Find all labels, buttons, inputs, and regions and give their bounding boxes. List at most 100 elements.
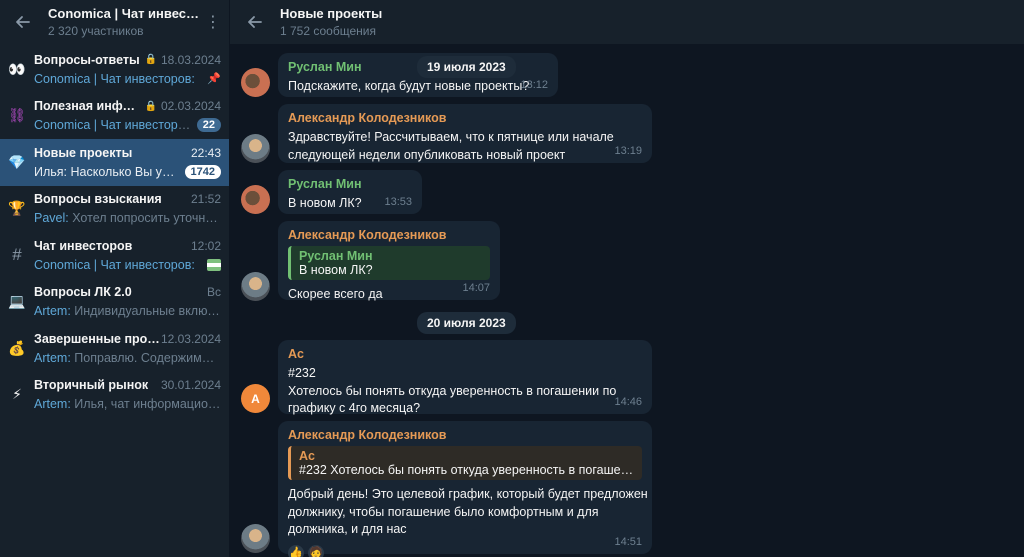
topic-date: 18.03.2024 <box>160 52 221 67</box>
reply-quote[interactable]: Ac #232 Хотелось бы понять откуда уверен… <box>288 446 642 480</box>
money-bag-icon: 💰 <box>8 339 26 356</box>
message-time: 14:51 <box>614 536 642 548</box>
topic-last-message: Artem: Индивидуальные включе... <box>34 304 221 318</box>
topic-date: 22:43 <box>190 145 221 160</box>
avatar[interactable] <box>241 134 270 163</box>
group-title: Conomica | Чат инвесто... <box>48 6 205 21</box>
topic-last-message: Conomica | Чат инвесторов: <box>34 72 203 86</box>
unread-badge: 22 <box>196 118 221 133</box>
avatar[interactable] <box>241 272 270 301</box>
topic-item-vtorichnyy-rynok[interactable]: ⚡ Вторичный рынок 30.01.2024 Artem: Илья… <box>0 372 229 419</box>
topic-item-voprosy-lk[interactable]: 💻 Вопросы ЛК 2.0 Вс Artem: Индивидуальны… <box>0 279 229 326</box>
last-sender: Conomica | Чат инвесторов: <box>34 118 193 133</box>
topic-name: Чат инвесторов <box>34 238 133 253</box>
muted-icon: 🔒 <box>144 54 157 66</box>
last-sender: Conomica | Чат инвесторов: <box>34 257 195 272</box>
last-sender: Conomica | Чат инвесторов: <box>34 71 195 86</box>
last-sender: Pavel: <box>34 211 69 226</box>
avatar[interactable] <box>241 524 270 553</box>
message-text: Подскажите, когда будут новые проекты? <box>288 79 530 93</box>
topic-item-poleznaya-info[interactable]: ⛓ Полезная инфор... 🔒 02.03.2024 Conomic… <box>0 93 229 140</box>
message-sender: Александр Колодезников <box>288 228 447 242</box>
muted-icon: 🔒 <box>144 100 157 112</box>
last-sender: Artem: <box>34 304 71 319</box>
message-bubble[interactable]: Руслан Мин В новом ЛК? 13:53 <box>278 170 422 214</box>
group-members-count: 2 320 участников <box>48 24 144 38</box>
chain-icon: ⛓ <box>8 107 26 124</box>
topic-info[interactable]: Новые проекты 1 752 сообщения <box>280 6 382 38</box>
topic-date: 12.03.2024 <box>160 331 221 346</box>
message-text: Здравствуйте! Рассчитываем, что к пятниц… <box>288 130 614 162</box>
topic-date: 21:52 <box>190 192 221 207</box>
topic-date: 30.01.2024 <box>160 378 221 393</box>
unread-badge: 1742 <box>184 164 221 179</box>
avatar[interactable] <box>241 68 270 97</box>
topic-name: Вопросы взыскания <box>34 192 162 207</box>
topic-name: Вопросы-ответы <box>34 52 140 67</box>
last-text: Илья, чат информационн... <box>74 397 221 412</box>
topic-last-message: Илья: Насколько Вы увер... <box>34 165 181 179</box>
date-separator: 20 июля 2023 <box>417 312 516 334</box>
diamond-icon: 💎 <box>8 153 26 170</box>
back-button[interactable] <box>242 9 268 35</box>
message-sender: Руслан Мин <box>288 177 362 191</box>
message-sender: Ac <box>288 347 304 361</box>
pin-icon: 📌 <box>207 73 221 86</box>
message-count: 1 752 сообщения <box>280 24 376 38</box>
message-bubble[interactable]: Александр Колодезников Ac #232 Хотелось … <box>278 421 652 557</box>
flag-icon <box>207 258 221 271</box>
left-header: Conomica | Чат инвесто... 2 320 участник… <box>0 0 229 44</box>
message-time: 14:46 <box>614 396 642 408</box>
topic-title: Новые проекты <box>280 6 383 21</box>
message-time: 13:53 <box>384 196 412 208</box>
last-sender: Artem: <box>34 397 71 412</box>
last-text: Поправлю. Содержимое ... <box>74 350 221 365</box>
message-text: #232 Хотелось бы понять откуда увереннос… <box>288 366 617 415</box>
reply-sender: Ac <box>299 449 315 463</box>
last-text: Индивидуальные включе... <box>74 304 221 319</box>
message-text: Добрый день! Это целевой график, который… <box>288 487 648 536</box>
reply-quote[interactable]: Руслан Мин В новом ЛК? <box>288 246 490 280</box>
thumbs-up-icon[interactable]: 👍 <box>288 544 304 557</box>
topic-last-message: Conomica | Чат инвесторов: <box>34 258 203 272</box>
message-sender: Александр Колодезников <box>288 111 447 125</box>
topic-item-voprosy-vzyskaniya[interactable]: 🏆 Вопросы взыскания 21:52 Pavel: Хотел п… <box>0 186 229 233</box>
laptop-icon: 💻 <box>8 293 26 310</box>
last-text: Насколько Вы увер... <box>70 164 181 179</box>
last-sender: Artem: <box>34 350 71 365</box>
reply-sender: Руслан Мин <box>299 249 373 263</box>
message-bubble[interactable]: Ac #232 Хотелось бы понять откуда уверен… <box>278 340 652 415</box>
last-sender: Илья: <box>34 164 68 179</box>
message-bubble[interactable]: Александр Колодезников Здравствуйте! Рас… <box>278 104 652 163</box>
avatar[interactable]: A <box>241 384 270 413</box>
topic-item-novye-proekty[interactable]: 💎 Новые проекты 22:43 Илья: Насколько Вы… <box>0 139 229 186</box>
hash-icon: # <box>12 245 22 265</box>
message-time: 13:12 <box>520 79 548 91</box>
eyes-icon: 👀 <box>8 60 26 77</box>
message-bubble[interactable]: Александр Колодезников Руслан Мин В ново… <box>278 221 500 301</box>
arrow-left-icon <box>16 16 30 28</box>
message-sender: Александр Колодезников <box>288 428 447 442</box>
topic-item-chat-investorov[interactable]: # Чат инвесторов 12:02 Conomica | Чат ин… <box>0 232 229 279</box>
topic-name: Полезная инфор... <box>34 99 141 114</box>
topic-date: 12:02 <box>190 238 221 253</box>
conversation-header: Новые проекты 1 752 сообщения <box>230 0 1024 44</box>
group-info[interactable]: Conomica | Чат инвесто... 2 320 участник… <box>48 6 205 38</box>
back-button[interactable] <box>10 9 36 35</box>
topic-name: Вторичный рынок <box>34 378 149 393</box>
message-time: 13:19 <box>614 145 642 157</box>
topic-name: Вопросы ЛК 2.0 <box>34 285 132 300</box>
avatar[interactable] <box>241 185 270 214</box>
topic-list: 👀 Вопросы-ответы 🔒 18.03.2024 Conomica |… <box>0 46 229 418</box>
reactor-avatar[interactable]: 🧑 <box>308 544 324 557</box>
topic-item-voprosy-otvety[interactable]: 👀 Вопросы-ответы 🔒 18.03.2024 Conomica |… <box>0 46 229 93</box>
lightning-icon: ⚡ <box>12 386 22 403</box>
topic-name: Завершенные проек... <box>34 331 161 346</box>
more-menu-icon[interactable]: ⋮ <box>205 12 221 32</box>
message-time: 14:07 <box>462 282 490 294</box>
reactions: 👍 🧑 <box>288 544 642 557</box>
topic-item-zavershennye-proekty[interactable]: 💰 Завершенные проек... 12.03.2024 Artem:… <box>0 325 229 372</box>
topic-date: 02.03.2024 <box>160 99 221 114</box>
reply-text: #232 Хотелось бы понять откуда увереннос… <box>299 463 634 477</box>
conversation-panel: Новые проекты 1 752 сообщения Руслан Мин… <box>230 0 1024 557</box>
